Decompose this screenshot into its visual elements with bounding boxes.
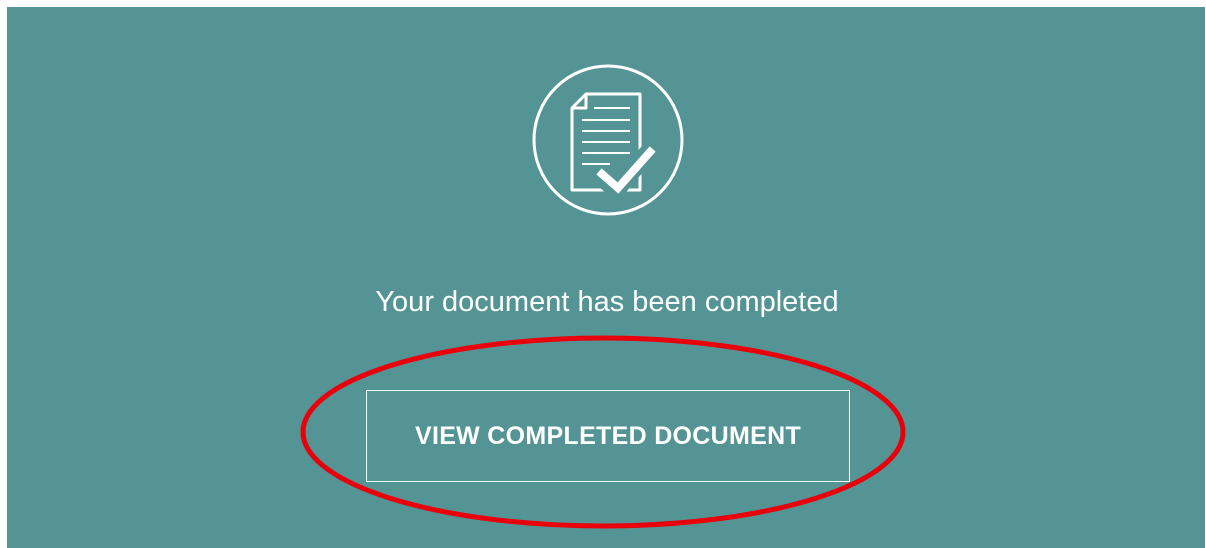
view-completed-document-button[interactable]: VIEW COMPLETED DOCUMENT <box>366 390 850 482</box>
completion-message: Your document has been completed <box>375 286 839 318</box>
document-check-icon <box>532 64 684 216</box>
